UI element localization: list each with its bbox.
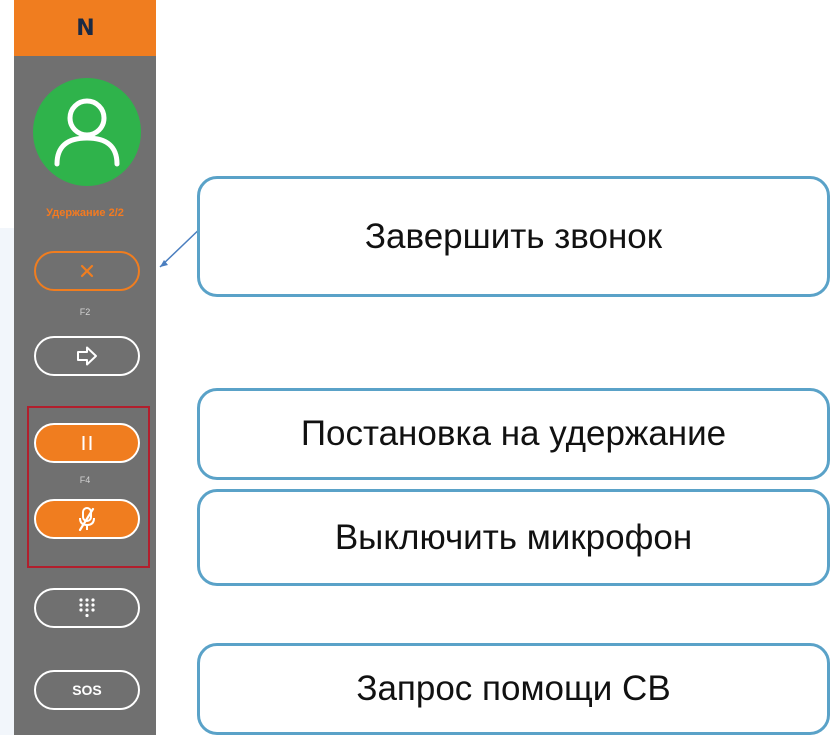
end-call-button[interactable] bbox=[34, 251, 140, 291]
close-icon bbox=[80, 264, 94, 278]
sos-label: SOS bbox=[72, 682, 102, 698]
microphone-off-icon bbox=[78, 507, 95, 532]
callout-hold-text: Постановка на удержание bbox=[300, 414, 727, 453]
dialpad-icon bbox=[79, 598, 95, 618]
dialpad-button[interactable] bbox=[34, 588, 140, 628]
logo-bar: N bbox=[14, 0, 156, 56]
callout-sos: Запрос помощи СВ bbox=[197, 643, 830, 735]
callout-hold: Постановка на удержание bbox=[197, 388, 830, 480]
callout-end-call: Завершить звонок bbox=[197, 176, 830, 297]
call-control-panel: N Удержание 2/2 F2 F4 SOS bbox=[14, 0, 156, 735]
sos-button[interactable]: SOS bbox=[34, 670, 140, 710]
callout-sos-text: Запрос помощи СВ bbox=[356, 669, 671, 708]
callout-mute: Выключить микрофон bbox=[197, 489, 830, 586]
caller-avatar bbox=[33, 78, 141, 186]
transfer-button[interactable] bbox=[34, 336, 140, 376]
logo: N bbox=[76, 15, 94, 41]
hold-key-hint: F4 bbox=[79, 475, 91, 485]
end-call-key-hint: F2 bbox=[79, 307, 91, 317]
mute-microphone-button[interactable] bbox=[34, 499, 140, 539]
left-background-strip bbox=[0, 228, 14, 735]
hold-status: Удержание 2/2 bbox=[46, 207, 124, 219]
pause-icon bbox=[82, 436, 92, 450]
callout-end-call-text: Завершить звонок bbox=[364, 216, 663, 256]
hold-button[interactable] bbox=[34, 423, 140, 463]
arrow-right-icon bbox=[77, 346, 97, 366]
callout-mute-text: Выключить микрофон bbox=[334, 517, 693, 557]
user-icon bbox=[54, 98, 120, 167]
